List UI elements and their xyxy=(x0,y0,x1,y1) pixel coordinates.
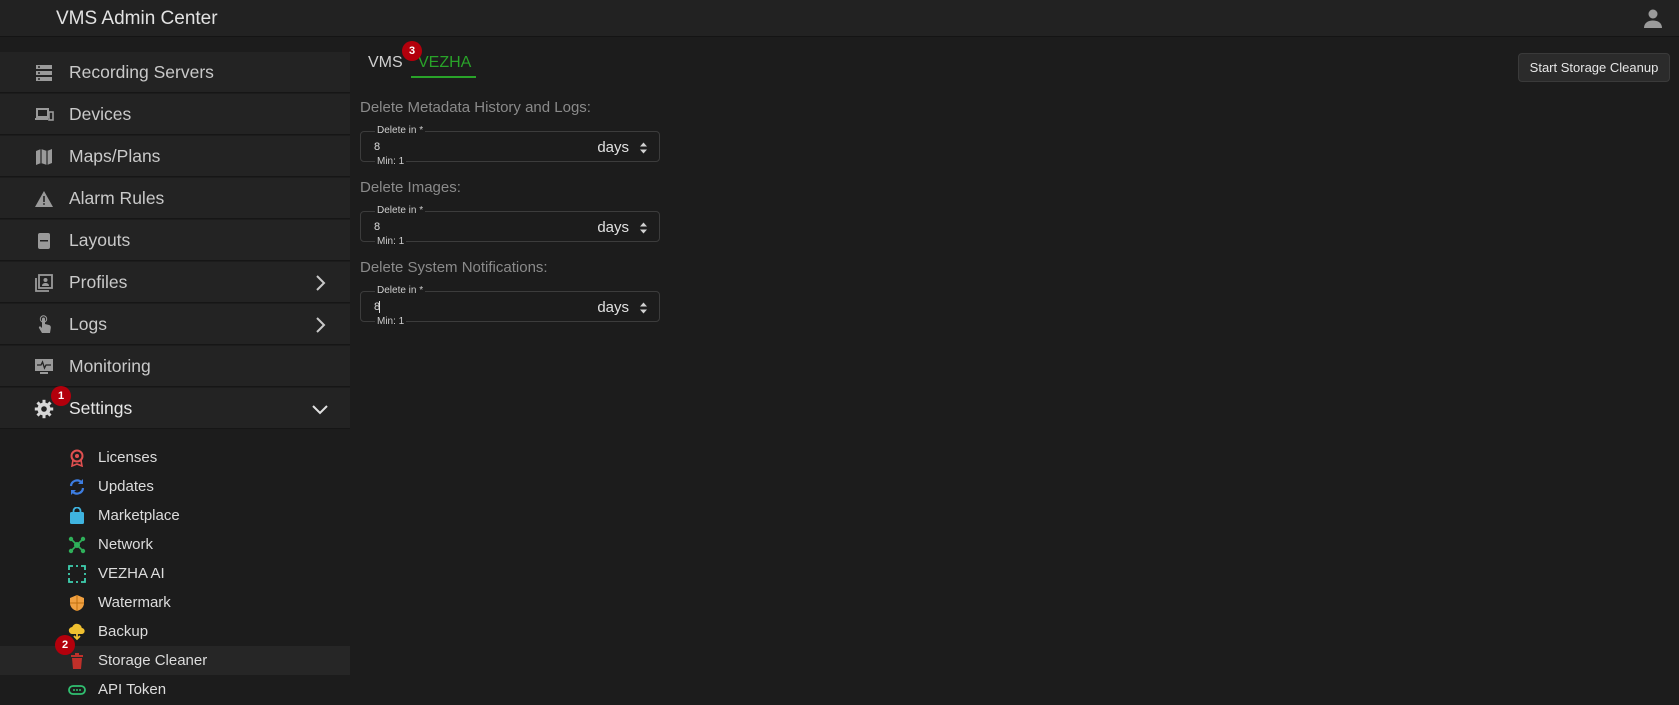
field-value[interactable]: 8 xyxy=(374,221,434,233)
sidebar-item-label: Maps/Plans xyxy=(69,146,161,166)
settings-item-watermark[interactable]: Watermark xyxy=(0,588,350,617)
stepper-arrows-icon[interactable] xyxy=(639,141,648,155)
section-title-images: Delete Images: xyxy=(360,179,461,196)
trash-icon xyxy=(71,653,83,669)
settings-item-label: Backup xyxy=(98,623,149,640)
metadata-delete-days-field[interactable]: Delete in * 8 days Min: 1 xyxy=(360,125,660,167)
chevron-right-icon xyxy=(316,317,326,333)
stepper-arrows-icon[interactable] xyxy=(639,301,648,315)
tab-vezha[interactable]: VEZHA xyxy=(418,54,471,72)
token-icon xyxy=(68,685,86,695)
sidebar-item-monitoring[interactable]: Monitoring xyxy=(0,346,350,387)
user-account-icon[interactable] xyxy=(1641,6,1665,30)
field-hint: Min: 1 xyxy=(375,236,407,247)
sidebar-item-label: Layouts xyxy=(69,230,131,250)
settings-item-label: API Token xyxy=(98,681,167,698)
gear-icon xyxy=(34,399,54,419)
field-label: Delete in * xyxy=(375,205,426,216)
sidebar: Recording Servers Devices Maps/Plans Ala… xyxy=(0,52,350,705)
section-title-notifications: Delete System Notifications: xyxy=(360,259,548,276)
field-hint: Min: 1 xyxy=(375,156,407,167)
settings-item-storage-cleaner[interactable]: Storage Cleaner xyxy=(0,646,350,675)
settings-item-network[interactable]: Network xyxy=(0,530,350,559)
devices-icon xyxy=(35,108,54,121)
ai-frame-icon xyxy=(68,565,86,583)
settings-item-api-token[interactable]: API Token xyxy=(0,675,350,704)
field-label: Delete in * xyxy=(375,285,426,296)
sidebar-item-label: Devices xyxy=(69,104,132,124)
settings-item-label: Marketplace xyxy=(98,507,180,524)
tab-vms[interactable]: VMS xyxy=(368,54,403,72)
settings-item-marketplace[interactable]: Marketplace xyxy=(0,501,350,530)
sidebar-item-label: Logs xyxy=(69,314,107,334)
field-unit: days xyxy=(597,139,629,156)
field-unit: days xyxy=(597,219,629,236)
annotation-badge-vezha-tab: 3 xyxy=(402,41,422,61)
settings-item-label: Licenses xyxy=(98,449,158,466)
network-icon xyxy=(68,536,86,554)
field-label: Delete in * xyxy=(375,125,426,136)
settings-item-label: Updates xyxy=(98,478,154,495)
start-storage-cleanup-button[interactable]: Start Storage Cleanup xyxy=(1518,53,1670,82)
field-value[interactable]: 8 xyxy=(374,301,434,313)
active-tab-indicator xyxy=(411,76,476,78)
sidebar-item-layouts[interactable]: Layouts xyxy=(0,220,350,261)
settings-item-vezha-ai[interactable]: VEZHA AI xyxy=(0,559,350,588)
settings-item-label: Storage Cleaner xyxy=(98,652,208,669)
sidebar-item-alarm-rules[interactable]: Alarm Rules xyxy=(0,178,350,219)
license-icon xyxy=(70,449,84,467)
layouts-icon xyxy=(38,233,50,249)
sidebar-item-label: Alarm Rules xyxy=(69,188,165,208)
monitor-icon xyxy=(35,359,53,374)
chevron-down-icon xyxy=(312,405,328,415)
sidebar-item-recording-servers[interactable]: Recording Servers xyxy=(0,52,350,93)
settings-item-licenses[interactable]: Licenses xyxy=(0,443,350,472)
field-value[interactable]: 8 xyxy=(374,141,434,153)
settings-item-label: VEZHA AI xyxy=(98,565,165,582)
sidebar-item-label: Profiles xyxy=(69,272,128,292)
settings-item-label: Watermark xyxy=(98,594,171,611)
sidebar-item-label: Settings xyxy=(69,398,133,418)
bag-icon xyxy=(70,507,84,524)
top-bar: VMS Admin Center xyxy=(0,0,1679,37)
map-icon xyxy=(36,149,52,165)
sidebar-item-profiles[interactable]: Profiles xyxy=(0,262,350,303)
field-unit: days xyxy=(597,299,629,316)
annotation-badge-settings: 1 xyxy=(51,386,71,406)
images-delete-days-field[interactable]: Delete in * 8 days Min: 1 xyxy=(360,205,660,247)
sidebar-item-label: Recording Servers xyxy=(69,62,214,82)
shield-icon xyxy=(70,595,84,611)
settings-item-updates[interactable]: Updates xyxy=(0,472,350,501)
refresh-icon xyxy=(69,479,85,495)
notifications-delete-days-field[interactable]: Delete in * 8 days Min: 1 xyxy=(360,285,660,327)
section-title-metadata: Delete Metadata History and Logs: xyxy=(360,99,591,116)
settings-item-backup[interactable]: Backup xyxy=(0,617,350,646)
stepper-arrows-icon[interactable] xyxy=(639,221,648,235)
app-title: VMS Admin Center xyxy=(56,8,218,29)
touch-icon xyxy=(38,315,51,333)
text-caret xyxy=(379,301,380,313)
sidebar-item-maps-plans[interactable]: Maps/Plans xyxy=(0,136,350,177)
chevron-right-icon xyxy=(316,275,326,291)
sidebar-item-devices[interactable]: Devices xyxy=(0,94,350,135)
settings-item-label: Network xyxy=(98,536,154,553)
field-hint: Min: 1 xyxy=(375,316,407,327)
server-icon xyxy=(36,65,52,81)
warning-icon xyxy=(35,191,53,207)
annotation-badge-storage-cleaner: 2 xyxy=(55,635,75,655)
sidebar-item-logs[interactable]: Logs xyxy=(0,304,350,345)
sidebar-item-label: Monitoring xyxy=(69,356,151,376)
profiles-icon xyxy=(35,274,53,292)
